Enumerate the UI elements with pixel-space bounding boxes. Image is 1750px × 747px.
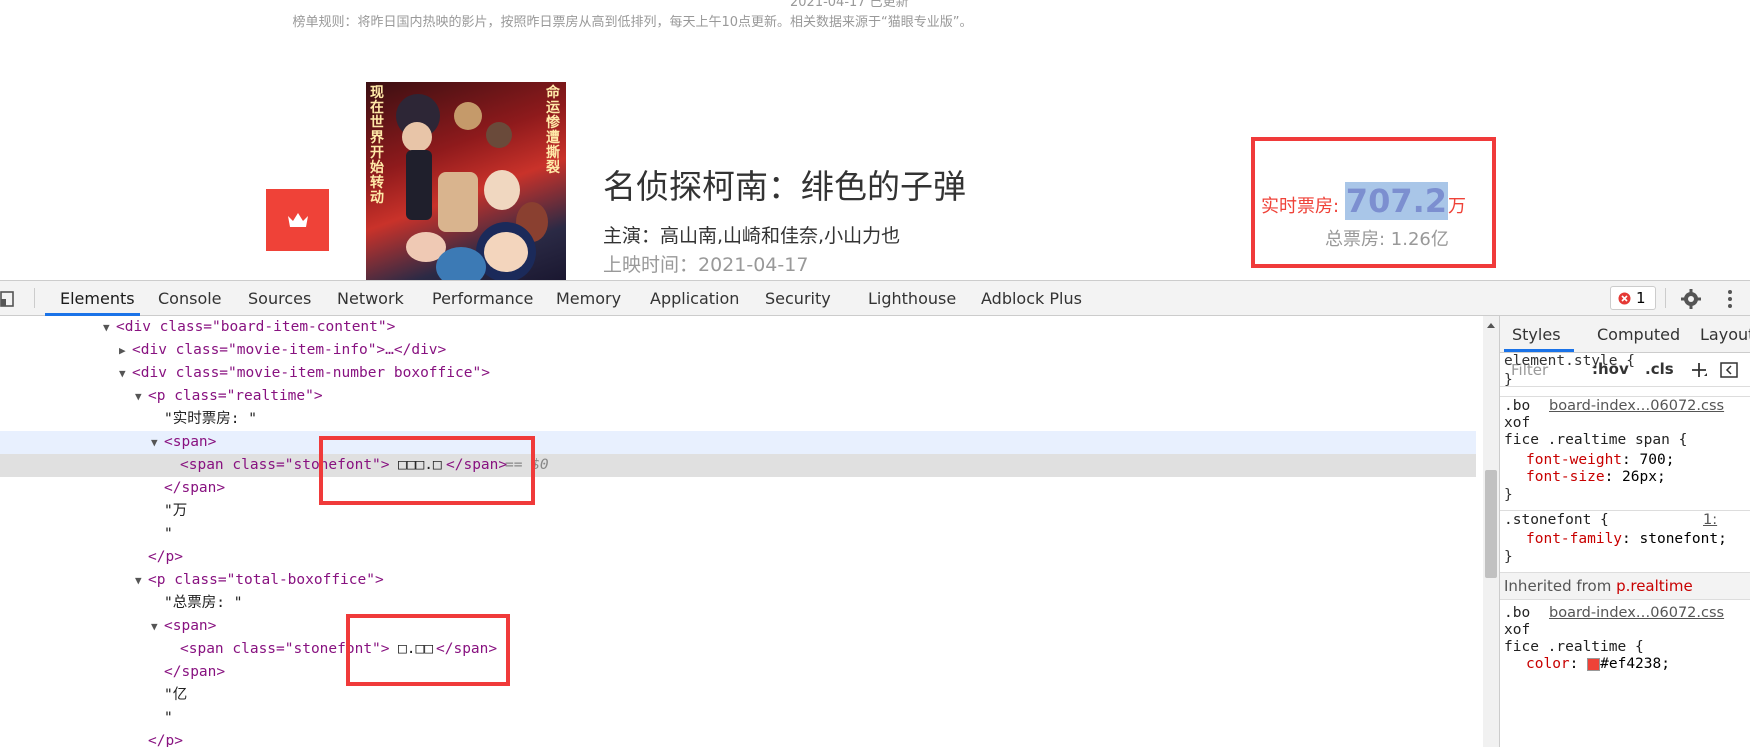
- tree-text-node[interactable]: "实时票房: ": [0, 408, 1476, 431]
- stylesheet-link[interactable]: 1:: [1703, 512, 1717, 528]
- error-count-badge[interactable]: 1: [1610, 286, 1656, 310]
- poster-tagline-left: 现在世界开始转动: [370, 85, 384, 206]
- styles-tab-bar: Styles Computed Layout: [1500, 316, 1750, 353]
- collapse-triangle-icon[interactable]: ▼: [151, 431, 158, 454]
- tab-sources[interactable]: Sources: [248, 289, 311, 308]
- settings-gear-icon[interactable]: [1680, 288, 1702, 310]
- tab-console[interactable]: Console: [158, 289, 222, 308]
- movie-title[interactable]: 名侦探柯南：绯色的子弹: [603, 160, 966, 208]
- tree-node[interactable]: ▼ <div class="board-item-content">: [0, 316, 1476, 339]
- css-declaration[interactable]: font-weight: 700;: [1526, 452, 1674, 468]
- tree-text-node[interactable]: "亿: [0, 684, 1476, 707]
- rule-selector[interactable]: fice .realtime {: [1504, 639, 1644, 655]
- inherited-header: Inherited from p.realtime: [1500, 572, 1750, 600]
- tree-node[interactable]: <span class="stonefont"> □.□□ </span>: [0, 638, 1476, 661]
- tree-node[interactable]: ▼ <p class="total-boxoffice">: [0, 569, 1476, 592]
- tab-styles[interactable]: Styles: [1512, 325, 1561, 344]
- collapse-triangle-icon[interactable]: ▼: [151, 615, 158, 638]
- rule-selector[interactable]: xof: [1504, 415, 1530, 431]
- rule-separator: [1500, 510, 1750, 511]
- realtime-unit: 万: [1448, 196, 1467, 217]
- ranking-rule-text: 榜单规则：将昨日国内热映的影片，按照昨日票房从高到低排列，每天上午10点更新。相…: [292, 15, 973, 30]
- inherited-from-link[interactable]: p.realtime: [1616, 577, 1693, 595]
- tree-text-node[interactable]: ": [0, 523, 1476, 546]
- tab-computed[interactable]: Computed: [1597, 325, 1680, 344]
- realtime-value: 707.2: [1344, 182, 1449, 220]
- tab-memory[interactable]: Memory: [556, 289, 621, 308]
- poster-tagline-right: 命运惨遭撕裂: [546, 85, 560, 176]
- more-options-icon[interactable]: [1724, 288, 1736, 310]
- realtime-boxoffice: 实时票房: 707.2万: [1261, 182, 1466, 220]
- realtime-label: 实时票房:: [1261, 196, 1345, 217]
- tree-node[interactable]: ▼ <div class="movie-item-number boxoffice…: [0, 362, 1476, 385]
- tab-performance[interactable]: Performance: [432, 289, 533, 308]
- tab-layout[interactable]: Layout: [1700, 325, 1750, 344]
- css-declaration[interactable]: font-size: 26px;: [1526, 469, 1666, 485]
- total-boxoffice: 总票房: 1.26亿: [1325, 229, 1449, 250]
- new-style-rule-icon[interactable]: [1690, 361, 1708, 379]
- rule-selector[interactable]: xof: [1504, 622, 1530, 638]
- rank-badge: [266, 189, 329, 251]
- tree-node[interactable]: ▼ <span>: [0, 431, 1476, 454]
- toggle-sidebar-icon[interactable]: [1720, 361, 1738, 379]
- movie-poster[interactable]: 现在世界开始转动 命运惨遭撕裂: [366, 82, 566, 280]
- tree-node[interactable]: </p>: [0, 730, 1476, 747]
- devtools-tab-bar: Elements Console Sources Network Perform…: [0, 280, 1750, 316]
- collapse-triangle-icon[interactable]: ▼: [119, 362, 126, 385]
- rule-selector[interactable]: fice .realtime span {: [1504, 432, 1687, 448]
- crown-icon: [288, 213, 308, 227]
- annotation-box-realtime-glyphs: [319, 436, 535, 505]
- tab-network[interactable]: Network: [337, 289, 404, 308]
- device-toolbar-icon[interactable]: [0, 290, 20, 308]
- annotation-box-total-glyphs: [346, 614, 510, 686]
- tree-node[interactable]: </span>: [0, 477, 1476, 500]
- movie-release-date: 上映时间：2021-04-17: [603, 254, 809, 276]
- error-count: 1: [1636, 289, 1646, 307]
- tab-adblock-plus[interactable]: Adblock Plus: [981, 289, 1082, 308]
- scrollbar-thumb[interactable]: [1485, 470, 1497, 578]
- css-declaration[interactable]: color: #ef4238;: [1526, 656, 1670, 672]
- collapse-triangle-icon[interactable]: ▼: [135, 385, 142, 408]
- update-date-text: 2021-04-17 已更新: [790, 0, 909, 10]
- error-icon: [1618, 292, 1631, 305]
- rule-selector[interactable]: .bo: [1504, 605, 1530, 621]
- rule-selector[interactable]: .stonefont {: [1504, 512, 1609, 528]
- elements-tree: ▼ <div class="board-item-content"> ▶ <div …: [0, 316, 1483, 747]
- tree-node[interactable]: ▶ <div class="movie-item-info">…</div>: [0, 339, 1476, 362]
- color-swatch[interactable]: [1587, 657, 1601, 671]
- rule-selector[interactable]: .bo: [1504, 398, 1530, 414]
- tree-node[interactable]: ▼ <span>: [0, 615, 1476, 638]
- tree-node[interactable]: ▼ <p class="realtime">: [0, 385, 1476, 408]
- stylesheet-link[interactable]: board-index…06072.css: [1549, 398, 1724, 414]
- element-style-rule[interactable]: element.style {: [1504, 353, 1635, 369]
- tree-text-node[interactable]: "总票房: ": [0, 592, 1476, 615]
- expand-triangle-icon[interactable]: ▶: [119, 339, 126, 362]
- tree-node[interactable]: </p>: [0, 546, 1476, 569]
- tree-node[interactable]: </span>: [0, 661, 1476, 684]
- css-declaration[interactable]: font-family: stonefont;: [1526, 531, 1727, 547]
- tree-node-selected[interactable]: <span class="stonefont"> □□□.□ </span> == …: [0, 454, 1476, 477]
- tab-security[interactable]: Security: [765, 289, 831, 308]
- rule-close-brace: }: [1504, 549, 1513, 565]
- rule-close-brace: }: [1504, 372, 1513, 388]
- scroll-up-arrow-icon[interactable]: [1486, 321, 1496, 329]
- tab-lighthouse[interactable]: Lighthouse: [868, 289, 956, 308]
- rule-close-brace: }: [1504, 487, 1513, 503]
- movie-stars: 主演：高山南,山崎和佳奈,小山力也: [603, 225, 901, 247]
- tree-text-node[interactable]: "万: [0, 500, 1476, 523]
- rule-separator: [1500, 396, 1750, 397]
- tree-text-node[interactable]: ": [0, 707, 1476, 730]
- stylesheet-link[interactable]: board-index…06072.css: [1549, 605, 1724, 621]
- collapse-triangle-icon[interactable]: ▼: [103, 316, 110, 339]
- cls-toggle[interactable]: .cls: [1645, 360, 1674, 378]
- tab-elements[interactable]: Elements: [60, 289, 135, 308]
- tab-application[interactable]: Application: [650, 289, 739, 308]
- collapse-triangle-icon[interactable]: ▼: [135, 569, 142, 592]
- styles-pane: Styles Computed Layout Filter :hov .cls …: [1499, 316, 1750, 747]
